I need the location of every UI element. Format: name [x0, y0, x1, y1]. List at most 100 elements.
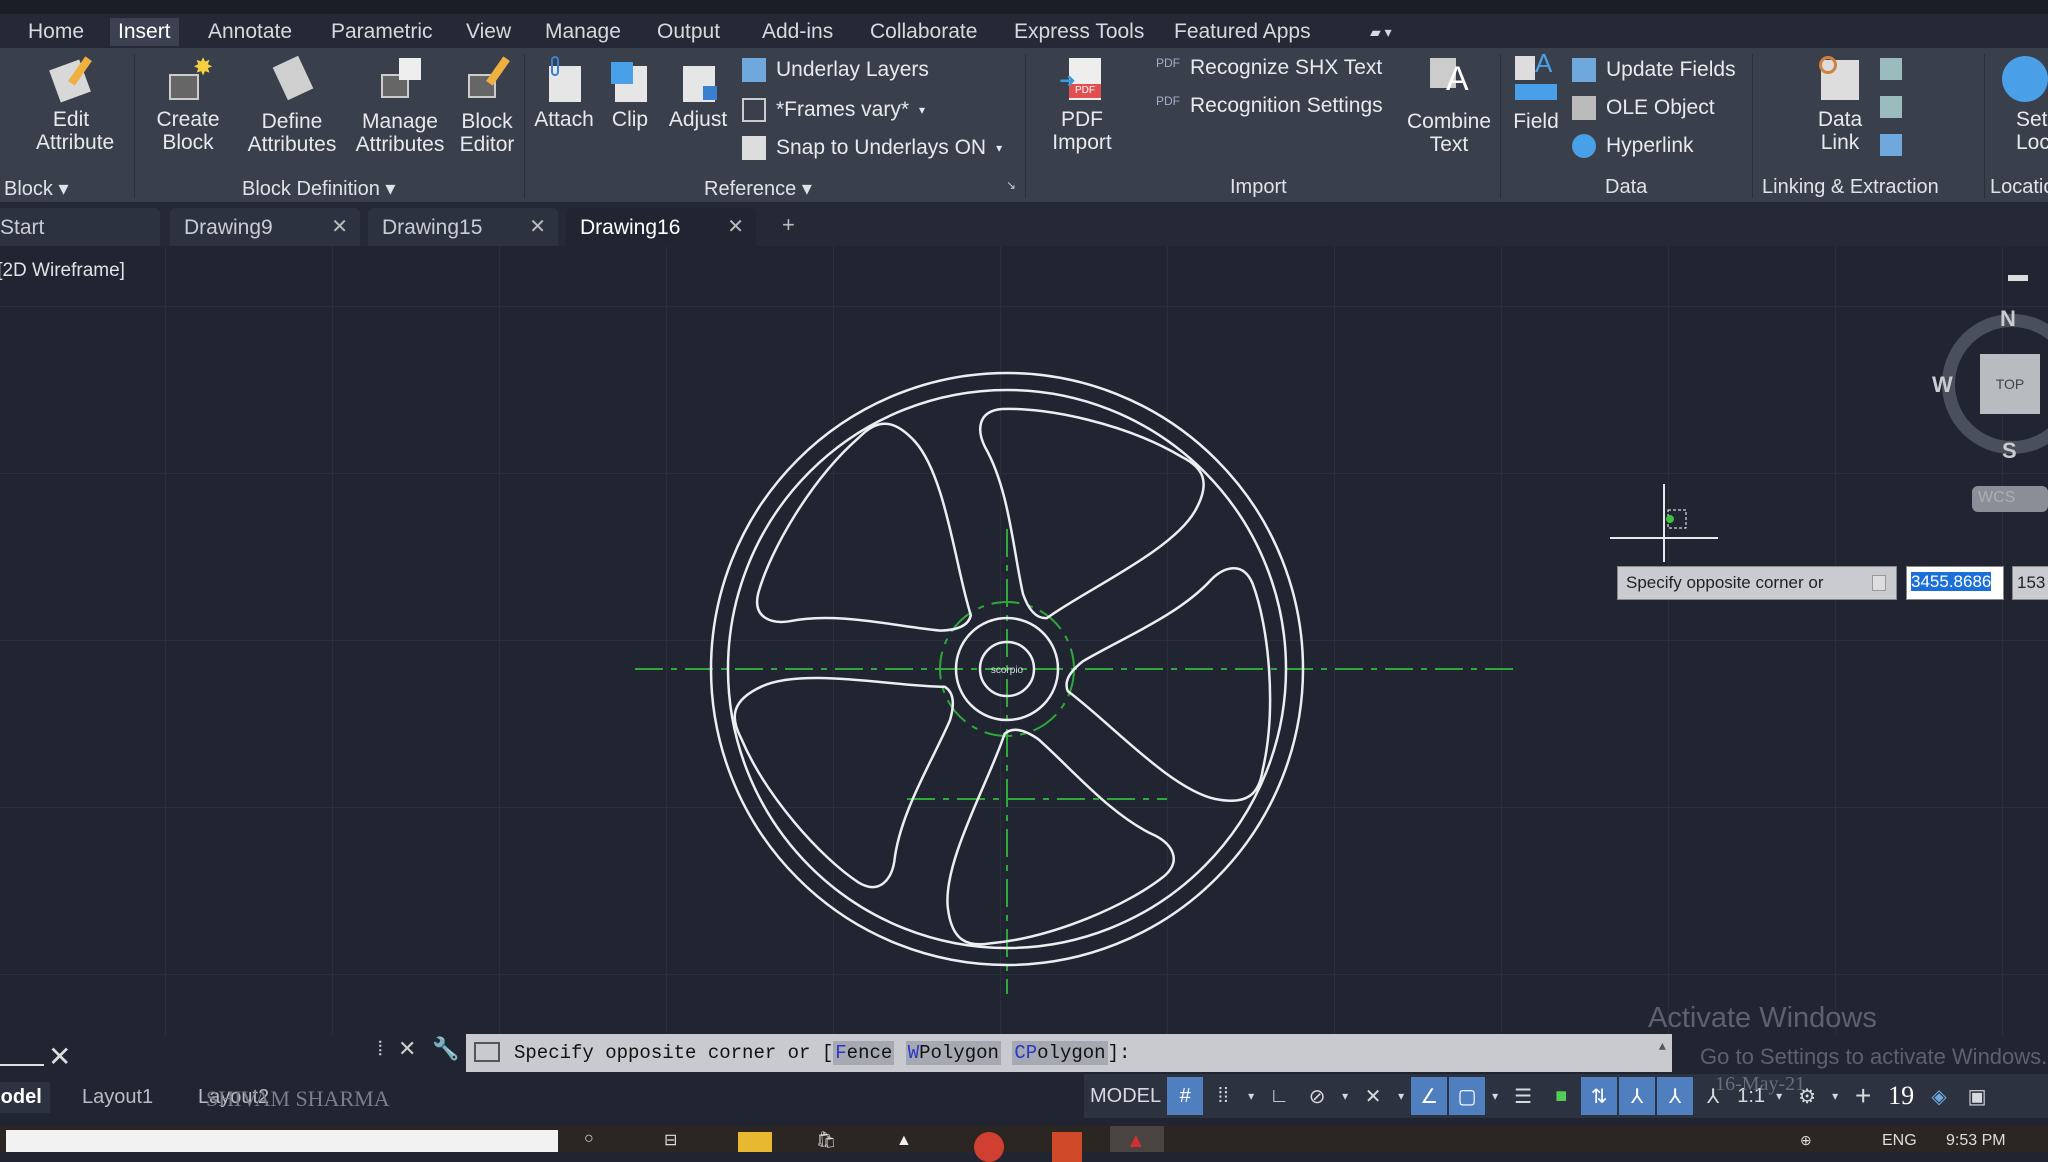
- snap-mode-icon[interactable]: ⁞⁞: [1205, 1077, 1241, 1115]
- ribbon-minimize-icon[interactable]: ▰ ▾: [1362, 22, 1400, 43]
- options-icon[interactable]: [1872, 575, 1886, 591]
- ole-object-button[interactable]: OLE Object: [1572, 96, 1715, 120]
- auto-scale-icon[interactable]: ⅄: [1657, 1077, 1694, 1115]
- chevron-down-icon[interactable]: ▾: [1827, 1077, 1843, 1115]
- underlay-layers-button[interactable]: Underlay Layers: [742, 58, 929, 82]
- tab-collaborate[interactable]: Collaborate: [862, 18, 985, 46]
- tab-annotate[interactable]: Annotate: [200, 18, 300, 46]
- task-view-icon[interactable]: ⊟: [664, 1130, 677, 1150]
- option-fence[interactable]: Fence: [833, 1041, 895, 1065]
- frames-dropdown[interactable]: *Frames vary* ▾: [742, 98, 925, 122]
- command-prompt-icon[interactable]: [474, 1042, 500, 1062]
- field-button[interactable]: A Field: [1508, 50, 1564, 133]
- chevron-down-icon[interactable]: ▾: [1337, 1077, 1353, 1115]
- pdf-import-button[interactable]: PDF ➜ PDF Import: [1040, 56, 1124, 154]
- edit-attribute-button[interactable]: Edit Attribute: [36, 56, 114, 154]
- hyperlink-button[interactable]: Hyperlink: [1572, 134, 1694, 158]
- tab-add-ins[interactable]: Add-ins: [754, 18, 841, 46]
- tab-layout1[interactable]: Layout1: [74, 1082, 161, 1113]
- autocad-taskbar-button[interactable]: ▲: [1110, 1126, 1164, 1152]
- close-icon[interactable]: ✕: [529, 214, 546, 239]
- tab-drawing9[interactable]: Drawing9 ✕: [170, 208, 360, 246]
- lineweight-icon[interactable]: ☰: [1505, 1077, 1541, 1115]
- manage-attributes-button[interactable]: Manage Attributes: [348, 56, 452, 156]
- command-line-grip[interactable]: ⦙: [378, 1038, 382, 1061]
- chevron-down-icon[interactable]: ▾: [1243, 1077, 1259, 1115]
- tab-parametric[interactable]: Parametric: [323, 18, 441, 46]
- store-icon[interactable]: 🛍: [816, 1130, 836, 1150]
- network-icon[interactable]: ⊕: [1800, 1132, 1812, 1149]
- command-history-icon[interactable]: ▲: [1659, 1040, 1666, 1054]
- taskbar-search-box[interactable]: [6, 1130, 558, 1152]
- customize-wrench-icon[interactable]: 🔧: [432, 1036, 459, 1062]
- recognize-shx-button[interactable]: PDF Recognize SHX Text: [1156, 56, 1382, 80]
- customization-icon[interactable]: ▣: [1959, 1077, 1995, 1115]
- viewport-minimize-icon[interactable]: ▬: [2008, 264, 2028, 287]
- download-link-icon[interactable]: [1880, 58, 1902, 80]
- clip-button[interactable]: Clip: [604, 56, 656, 131]
- tab-manage[interactable]: Manage: [537, 18, 629, 46]
- ortho-icon[interactable]: ∟: [1261, 1077, 1297, 1115]
- combine-text-button[interactable]: A Combine Text: [1402, 56, 1496, 156]
- office-icon[interactable]: [1052, 1132, 1082, 1162]
- close-icon[interactable]: ✕: [727, 214, 744, 239]
- object-snap-tracking-icon[interactable]: ∠: [1411, 1077, 1448, 1115]
- recognition-settings-button[interactable]: PDF Recognition Settings: [1156, 94, 1383, 118]
- extract-data-icon[interactable]: [1880, 134, 1902, 156]
- cortana-icon[interactable]: ○: [584, 1130, 594, 1148]
- object-snap-icon[interactable]: ▢: [1449, 1077, 1486, 1115]
- compass-north[interactable]: N: [2000, 306, 2016, 332]
- tab-output[interactable]: Output: [649, 18, 728, 46]
- annotation-visibility-icon[interactable]: ⅄: [1619, 1077, 1656, 1115]
- tab-start[interactable]: Start: [0, 208, 160, 246]
- compass-west[interactable]: W: [1932, 372, 1953, 398]
- model-space-button[interactable]: MODEL: [1086, 1077, 1165, 1115]
- close-icon[interactable]: ✕: [331, 214, 348, 239]
- panel-block-label[interactable]: Block ▾: [4, 176, 69, 201]
- tab-model[interactable]: Model: [0, 1082, 50, 1113]
- viewcube-top-face[interactable]: TOP: [1980, 354, 2040, 414]
- create-block-button[interactable]: ✸ Create Block: [152, 56, 224, 155]
- snap-underlays-dropdown[interactable]: Snap to Underlays ON ▾: [742, 136, 1002, 160]
- upload-link-icon[interactable]: [1880, 96, 1902, 118]
- isolate-objects-icon[interactable]: ◈: [1921, 1077, 1957, 1115]
- tab-drawing16[interactable]: Drawing16 ✕: [566, 208, 756, 246]
- isodraft-icon[interactable]: ✕: [1355, 1077, 1391, 1115]
- ucs-menu[interactable]: WCS: [1972, 486, 2048, 512]
- grid-icon[interactable]: #: [1167, 1077, 1204, 1115]
- option-cpolygon[interactable]: CPolygon: [1012, 1041, 1108, 1065]
- polar-tracking-icon[interactable]: ⊘: [1299, 1077, 1335, 1115]
- panel-block-definition-label[interactable]: Block Definition ▾: [242, 176, 395, 201]
- block-editor-button[interactable]: Block Editor: [456, 56, 518, 156]
- tab-view[interactable]: View: [458, 18, 519, 46]
- tab-express-tools[interactable]: Express Tools: [1006, 18, 1152, 46]
- selection-cycling-icon[interactable]: ⇅: [1581, 1077, 1618, 1115]
- drawing-canvas[interactable]: [Top][2D Wireframe] scorpio ▬ N W S TOP …: [0, 246, 2048, 1036]
- tab-home[interactable]: Home: [20, 18, 92, 46]
- tab-featured-apps[interactable]: Featured Apps: [1166, 18, 1319, 46]
- tab-drawing15[interactable]: Drawing15 ✕: [368, 208, 558, 246]
- update-fields-button[interactable]: Update Fields: [1572, 58, 1736, 82]
- chevron-down-icon[interactable]: ▾: [1487, 1077, 1503, 1115]
- compass-south[interactable]: S: [2002, 438, 2017, 464]
- annotation-scale-icon[interactable]: ⅄ 16-May-21: [1695, 1073, 1805, 1115]
- adjust-button[interactable]: Adjust: [664, 56, 732, 131]
- command-line-input[interactable]: Specify opposite corner or [Fence WPolyg…: [466, 1034, 1672, 1072]
- new-tab-plus-icon[interactable]: +: [782, 212, 795, 238]
- define-attributes-button[interactable]: Define Attributes: [242, 55, 342, 156]
- tab-insert[interactable]: Insert: [110, 18, 179, 46]
- app-icon[interactable]: ▲: [896, 1132, 912, 1150]
- attach-button[interactable]: Attach: [530, 56, 598, 131]
- dialog-launcher-icon[interactable]: ↘: [1006, 178, 1016, 192]
- chevron-down-icon[interactable]: ▾: [1393, 1077, 1409, 1115]
- x-coordinate-input[interactable]: 3455.8686: [1906, 566, 2004, 600]
- language-indicator[interactable]: ENG: [1882, 1132, 1917, 1150]
- clock[interactable]: 9:53 PM: [1946, 1132, 2006, 1150]
- plus-icon[interactable]: +: [1845, 1077, 1881, 1115]
- chrome-icon[interactable]: [974, 1132, 1004, 1162]
- panel-reference-label[interactable]: Reference ▾: [704, 176, 812, 201]
- set-location-button[interactable]: Set Location: [1990, 56, 2048, 154]
- option-wpolygon[interactable]: WPolygon: [905, 1041, 1001, 1065]
- file-explorer-icon[interactable]: [738, 1132, 772, 1152]
- transparency-icon[interactable]: ■: [1543, 1077, 1579, 1115]
